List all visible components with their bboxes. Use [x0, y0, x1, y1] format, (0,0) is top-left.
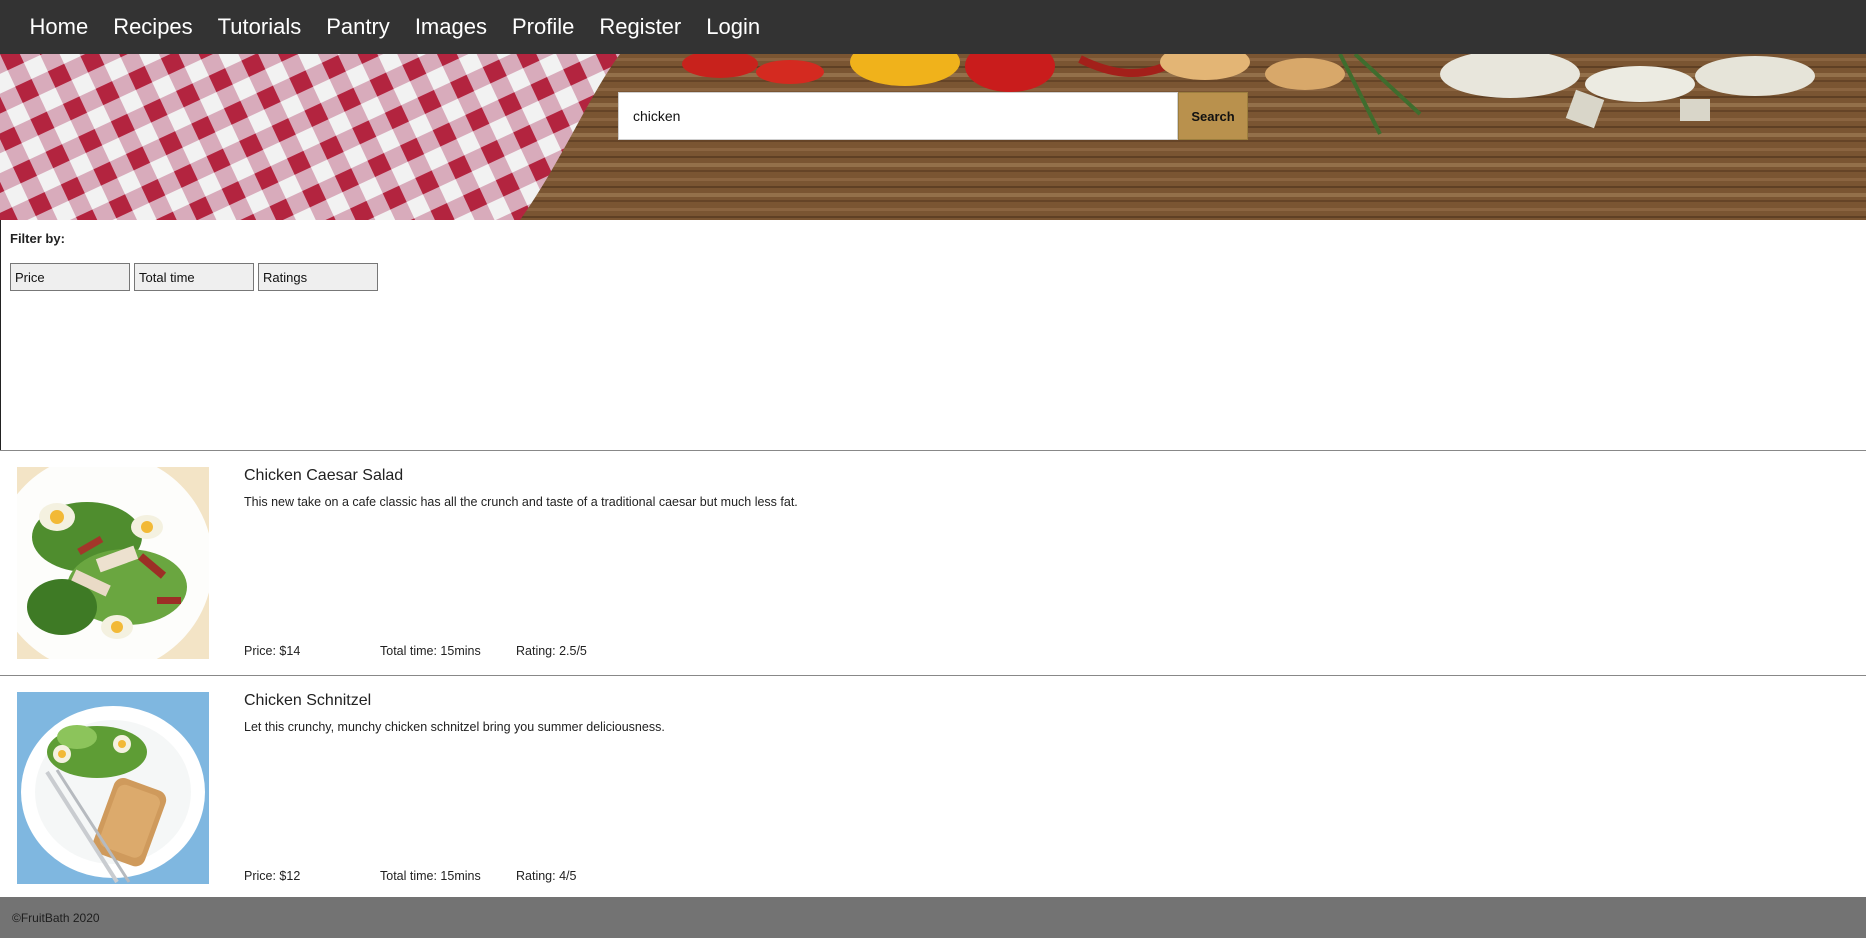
nav-login-link[interactable]: Login [694, 0, 773, 54]
recipe-title[interactable]: Chicken Caesar Salad [244, 467, 403, 485]
nav-register-link[interactable]: Register [587, 0, 694, 54]
recipe-image-caesar-salad[interactable] [17, 467, 209, 659]
filter-buttons: Price Total time Ratings [10, 263, 378, 291]
hero-banner: Search [0, 54, 1866, 220]
recipe-meta: Price: $14 Total time: 15mins Rating: 2.… [244, 644, 587, 658]
recipe-results: Chicken Caesar Salad This new take on a … [0, 450, 1866, 900]
search-button[interactable]: Search [1178, 92, 1248, 140]
page: Home Recipes Tutorials Pantry Images Pro… [0, 0, 1866, 938]
nav-home-link[interactable]: Home [17, 0, 101, 54]
nav-tutorials-link[interactable]: Tutorials [205, 0, 314, 54]
recipe-title[interactable]: Chicken Schnitzel [244, 692, 371, 710]
recipe-row[interactable]: Chicken Caesar Salad This new take on a … [0, 450, 1866, 675]
filter-label: Filter by: [10, 231, 65, 246]
search-bar: Search [618, 92, 1248, 140]
filter-section: Filter by: Price Total time Ratings [0, 220, 1866, 450]
nav-recipes-link[interactable]: Recipes [101, 0, 205, 54]
search-input[interactable] [618, 92, 1178, 140]
nav-pantry-link[interactable]: Pantry [314, 0, 403, 54]
footer-copyright: ©FruitBath 2020 [12, 911, 100, 925]
filter-total-time-button[interactable]: Total time [134, 263, 254, 291]
recipe-total-time: Total time: 15mins [380, 644, 481, 658]
filter-ratings-button[interactable]: Ratings [258, 263, 378, 291]
nav-profile-link[interactable]: Profile [499, 0, 586, 54]
recipe-rating: Rating: 2.5/5 [516, 644, 587, 658]
recipe-row[interactable]: Chicken Schnitzel Let this crunchy, munc… [0, 675, 1866, 900]
recipe-description: This new take on a cafe classic has all … [244, 495, 798, 509]
recipe-rating: Rating: 4/5 [516, 869, 577, 883]
recipe-image-schnitzel[interactable] [17, 692, 209, 884]
recipe-total-time: Total time: 15mins [380, 869, 481, 883]
recipe-price: Price: $12 [244, 869, 301, 883]
recipe-description: Let this crunchy, munchy chicken schnitz… [244, 720, 665, 734]
nav-images-link[interactable]: Images [402, 0, 499, 54]
recipe-meta: Price: $12 Total time: 15mins Rating: 4/… [244, 869, 576, 883]
top-navigation: Home Recipes Tutorials Pantry Images Pro… [0, 0, 1866, 54]
footer: ©FruitBath 2020 [0, 897, 1866, 938]
filter-price-button[interactable]: Price [10, 263, 130, 291]
recipe-price: Price: $14 [244, 644, 301, 658]
